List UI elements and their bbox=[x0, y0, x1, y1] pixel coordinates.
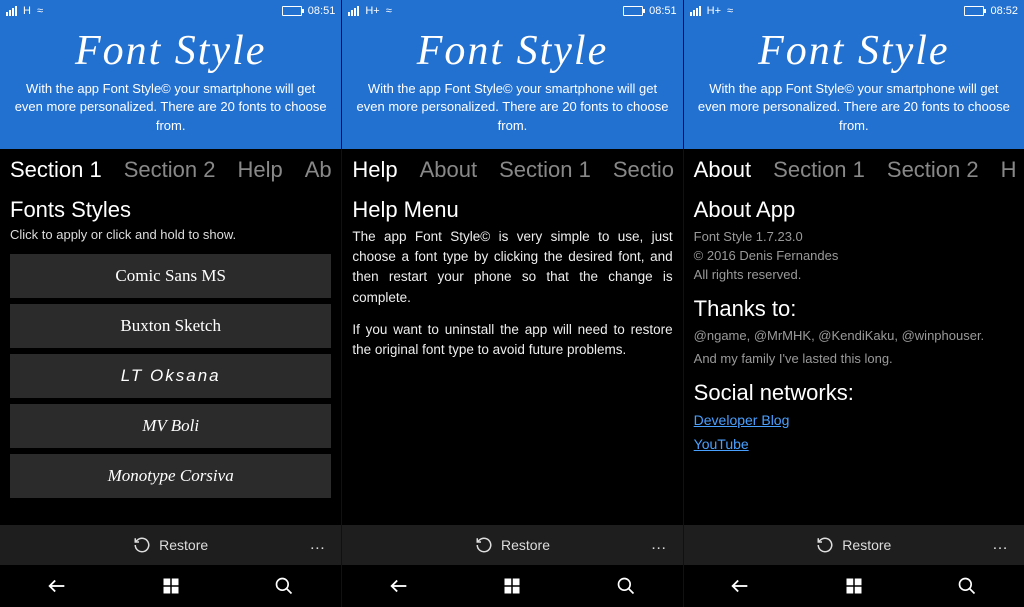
link-developer-blog[interactable]: Developer Blog bbox=[694, 412, 1014, 428]
home-button[interactable] bbox=[500, 574, 524, 598]
tab-section1[interactable]: Section 1 bbox=[499, 157, 591, 183]
app-title: Font Style bbox=[10, 28, 331, 74]
tab-about[interactable]: About bbox=[420, 157, 478, 183]
help-paragraph: If you want to uninstall the app will ne… bbox=[352, 320, 672, 361]
clock: 08:52 bbox=[990, 5, 1018, 17]
network-label: H bbox=[23, 5, 31, 17]
network-label: H+ bbox=[707, 5, 721, 17]
app-description: With the app Font Style© your smartphone… bbox=[694, 80, 1014, 135]
nav-bar bbox=[0, 565, 341, 607]
help-paragraph: The app Font Style© is very simple to us… bbox=[352, 227, 672, 308]
restore-icon bbox=[475, 536, 493, 554]
wifi-icon: ≈ bbox=[386, 5, 392, 17]
thanks-line: And my family I've lasted this long. bbox=[694, 351, 1014, 366]
screen-section1: H ≈ 08:51 Font Style With the app Font S… bbox=[0, 0, 341, 607]
rights-label: All rights reserved. bbox=[694, 267, 1014, 282]
back-button[interactable] bbox=[45, 574, 69, 598]
status-bar: H ≈ 08:51 bbox=[0, 0, 341, 22]
restore-button[interactable]: Restore bbox=[475, 536, 550, 554]
clock: 08:51 bbox=[649, 5, 677, 17]
status-bar: H+ ≈ 08:52 bbox=[684, 0, 1024, 22]
app-header: Font Style With the app Font Style© your… bbox=[342, 22, 682, 149]
battery-icon bbox=[282, 6, 302, 16]
content-area: Fonts Styles Click to apply or click and… bbox=[0, 189, 341, 525]
home-button[interactable] bbox=[842, 574, 866, 598]
restore-icon bbox=[133, 536, 151, 554]
thanks-line: @ngame, @MrMHK, @KendiKaku, @winphouser. bbox=[694, 328, 1014, 343]
tab-section2[interactable]: Sectio bbox=[613, 157, 674, 183]
search-button[interactable] bbox=[955, 574, 979, 598]
signal-icon bbox=[6, 6, 17, 16]
app-bar: Restore … bbox=[0, 525, 341, 565]
font-item-buxton-sketch[interactable]: Buxton Sketch bbox=[10, 304, 331, 348]
tab-section2[interactable]: Section 2 bbox=[124, 157, 216, 183]
tab-section2[interactable]: Section 2 bbox=[887, 157, 979, 183]
font-item-monotype-corsiva[interactable]: Monotype Corsiva bbox=[10, 454, 331, 498]
app-description: With the app Font Style© your smartphone… bbox=[352, 80, 672, 135]
app-title: Font Style bbox=[352, 28, 672, 74]
tab-bar: Section 1 Section 2 Help Ab bbox=[0, 149, 341, 189]
search-button[interactable] bbox=[272, 574, 296, 598]
more-button[interactable]: … bbox=[992, 536, 1010, 554]
section-title: Fonts Styles bbox=[10, 197, 331, 223]
battery-icon bbox=[623, 6, 643, 16]
screen-about: H+ ≈ 08:52 Font Style With the app Font … bbox=[683, 0, 1024, 607]
tab-help[interactable]: H bbox=[1001, 157, 1017, 183]
version-label: Font Style 1.7.23.0 bbox=[694, 229, 1014, 244]
home-button[interactable] bbox=[159, 574, 183, 598]
wifi-icon: ≈ bbox=[37, 5, 43, 17]
content-area: About App Font Style 1.7.23.0 © 2016 Den… bbox=[684, 189, 1024, 525]
app-bar: Restore … bbox=[342, 525, 682, 565]
about-app-heading: About App bbox=[694, 197, 1014, 223]
tab-help[interactable]: Help bbox=[237, 157, 282, 183]
nav-bar bbox=[342, 565, 682, 607]
wifi-icon: ≈ bbox=[727, 5, 733, 17]
app-title: Font Style bbox=[694, 28, 1014, 74]
battery-icon bbox=[964, 6, 984, 16]
tab-bar: Help About Section 1 Sectio bbox=[342, 149, 682, 189]
restore-button[interactable]: Restore bbox=[133, 536, 208, 554]
link-youtube[interactable]: YouTube bbox=[694, 436, 1014, 452]
font-item-mv-boli[interactable]: MV Boli bbox=[10, 404, 331, 448]
font-item-lt-oksana[interactable]: LT Oksana bbox=[10, 354, 331, 398]
thanks-heading: Thanks to: bbox=[694, 296, 1014, 322]
restore-icon bbox=[816, 536, 834, 554]
content-area: Help Menu The app Font Style© is very si… bbox=[342, 189, 682, 525]
signal-icon bbox=[348, 6, 359, 16]
tab-about[interactable]: About bbox=[694, 157, 752, 183]
restore-button[interactable]: Restore bbox=[816, 536, 891, 554]
back-button[interactable] bbox=[387, 574, 411, 598]
restore-label: Restore bbox=[842, 537, 891, 553]
tab-section1[interactable]: Section 1 bbox=[10, 157, 102, 183]
screen-help: H+ ≈ 08:51 Font Style With the app Font … bbox=[341, 0, 682, 607]
app-bar: Restore … bbox=[684, 525, 1024, 565]
restore-label: Restore bbox=[501, 537, 550, 553]
restore-label: Restore bbox=[159, 537, 208, 553]
font-item-comic-sans[interactable]: Comic Sans MS bbox=[10, 254, 331, 298]
network-label: H+ bbox=[365, 5, 379, 17]
help-title: Help Menu bbox=[352, 197, 672, 223]
tab-bar: About Section 1 Section 2 H bbox=[684, 149, 1024, 189]
clock: 08:51 bbox=[308, 5, 336, 17]
tab-help[interactable]: Help bbox=[352, 157, 397, 183]
social-heading: Social networks: bbox=[694, 380, 1014, 406]
tab-section1[interactable]: Section 1 bbox=[773, 157, 865, 183]
app-description: With the app Font Style© your smartphone… bbox=[10, 80, 331, 135]
more-button[interactable]: … bbox=[651, 536, 669, 554]
more-button[interactable]: … bbox=[309, 536, 327, 554]
search-button[interactable] bbox=[614, 574, 638, 598]
back-button[interactable] bbox=[728, 574, 752, 598]
copyright-label: © 2016 Denis Fernandes bbox=[694, 248, 1014, 263]
app-header: Font Style With the app Font Style© your… bbox=[0, 22, 341, 149]
app-header: Font Style With the app Font Style© your… bbox=[684, 22, 1024, 149]
section-subtitle: Click to apply or click and hold to show… bbox=[10, 227, 331, 242]
status-bar: H+ ≈ 08:51 bbox=[342, 0, 682, 22]
nav-bar bbox=[684, 565, 1024, 607]
tab-about[interactable]: Ab bbox=[305, 157, 332, 183]
signal-icon bbox=[690, 6, 701, 16]
